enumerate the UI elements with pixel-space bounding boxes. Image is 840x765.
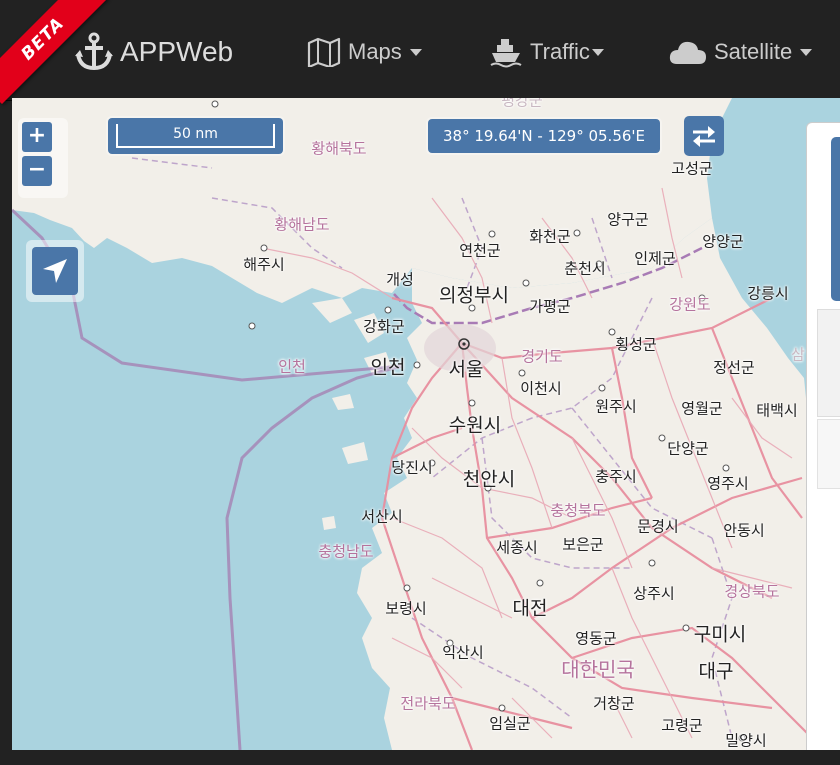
locate-control — [26, 240, 84, 302]
place-label: 서산시 — [361, 507, 403, 526]
chevron-down-icon — [409, 48, 422, 56]
chevron-down-icon — [800, 48, 813, 56]
place-label: 수원시 — [448, 414, 502, 437]
place-label: 화천군 — [529, 227, 571, 246]
place-label: 밀양시 — [725, 731, 767, 750]
place-label: 임실군 — [489, 714, 531, 733]
place-label: 서울 — [448, 358, 484, 381]
place-label: 양구군 — [607, 210, 649, 229]
cloud-icon — [669, 41, 706, 64]
satellite-menu-label: Satellite — [714, 39, 793, 64]
bottom-bar — [0, 750, 840, 765]
place-label: 보령시 — [385, 599, 427, 618]
place-label: 보은군 — [562, 535, 604, 554]
place-label: 상주시 — [633, 584, 675, 603]
locate-button[interactable] — [32, 247, 78, 295]
place-label: 양양군 — [702, 232, 744, 251]
zoom-in-button[interactable]: + — [22, 122, 52, 152]
place-label: 거창군 — [593, 694, 635, 713]
scale-label: 50 nm — [173, 126, 218, 142]
place-label: 익산시 — [442, 643, 484, 662]
place-label: 고령군 — [661, 716, 703, 735]
place-label: 대전 — [512, 597, 548, 620]
place-label: 충청남도 — [318, 542, 374, 561]
maps-menu[interactable]: Maps — [306, 34, 422, 70]
panel-section — [817, 309, 840, 417]
place-label: 가평군 — [529, 297, 571, 316]
place-label: 영월군 — [681, 399, 723, 418]
place-label: 경상북도 — [724, 582, 780, 601]
place-label: 정선군 — [713, 358, 755, 377]
place-label: 원주시 — [595, 397, 637, 416]
place-label: 문경시 — [637, 517, 679, 536]
panel-header[interactable] — [831, 137, 840, 301]
place-label: 안동시 — [723, 521, 765, 540]
place-label: 황해북도 — [311, 139, 367, 158]
map-scale: 50 nm — [108, 118, 283, 154]
place-label: 연천군 — [459, 241, 501, 260]
top-navbar: BETA APPWeb Maps Traffic Satellite — [0, 0, 840, 105]
location-arrow-icon — [43, 259, 67, 283]
exchange-icon — [693, 126, 715, 147]
place-label: 강원도 — [669, 295, 711, 314]
map-base-layer — [12, 98, 840, 750]
place-label: 대구 — [698, 660, 734, 683]
zoom-control: + − — [18, 118, 68, 198]
chevron-down-icon — [591, 48, 604, 56]
place-label: 삼 — [791, 345, 805, 364]
place-label: 세종시 — [496, 538, 538, 557]
place-label: 인천 — [370, 356, 406, 379]
place-label: 의정부시 — [439, 284, 509, 307]
place-label: 이천시 — [520, 379, 562, 398]
brand-name: APPWeb — [120, 36, 234, 67]
place-label: 당진시 — [391, 458, 433, 477]
place-label: 충주시 — [595, 467, 637, 486]
place-label: 강화군 — [363, 317, 405, 336]
place-label: 인천 — [278, 357, 306, 376]
anchor-icon — [75, 32, 113, 71]
traffic-menu[interactable]: Traffic — [488, 34, 604, 70]
map-view[interactable]: 황해북도 황해남도 해주시 개성 연천군 화천군 양구군 양양군 인제군 춘천시… — [12, 98, 840, 750]
place-label: 영주시 — [707, 474, 749, 493]
place-label: 고성군 — [671, 159, 713, 178]
place-label: 인제군 — [634, 249, 676, 268]
zoom-out-button[interactable]: − — [22, 156, 52, 186]
place-label: 강릉시 — [747, 284, 789, 303]
side-panel — [806, 122, 840, 752]
map-icon — [307, 37, 341, 67]
place-label: 구미시 — [693, 623, 747, 646]
satellite-menu[interactable]: Satellite — [668, 34, 813, 70]
country-label: 대한민국 — [561, 657, 635, 682]
place-label: 횡성군 — [615, 335, 657, 354]
place-label: 태백시 — [756, 401, 798, 420]
place-label: 천안시 — [462, 468, 516, 491]
swap-button[interactable] — [684, 116, 724, 156]
panel-section — [817, 419, 840, 489]
traffic-menu-label: Traffic — [530, 39, 590, 64]
place-label: 춘천시 — [564, 259, 606, 278]
coordinates-display: 38° 19.64'N - 129° 05.56'E — [428, 119, 660, 153]
place-label: 황해남도 — [274, 215, 330, 234]
place-label: 전라북도 — [400, 694, 456, 713]
ship-icon — [490, 39, 522, 68]
brand-link[interactable]: APPWeb — [74, 30, 233, 74]
place-label: 충청북도 — [550, 501, 606, 520]
place-label: 개성 — [386, 270, 414, 289]
place-label: 단양군 — [667, 439, 709, 458]
place-label: 평강군 — [501, 98, 543, 110]
place-label: 해주시 — [243, 255, 285, 274]
place-label: 경기도 — [521, 347, 563, 366]
place-label: 영동군 — [575, 629, 617, 648]
maps-menu-label: Maps — [348, 39, 402, 64]
